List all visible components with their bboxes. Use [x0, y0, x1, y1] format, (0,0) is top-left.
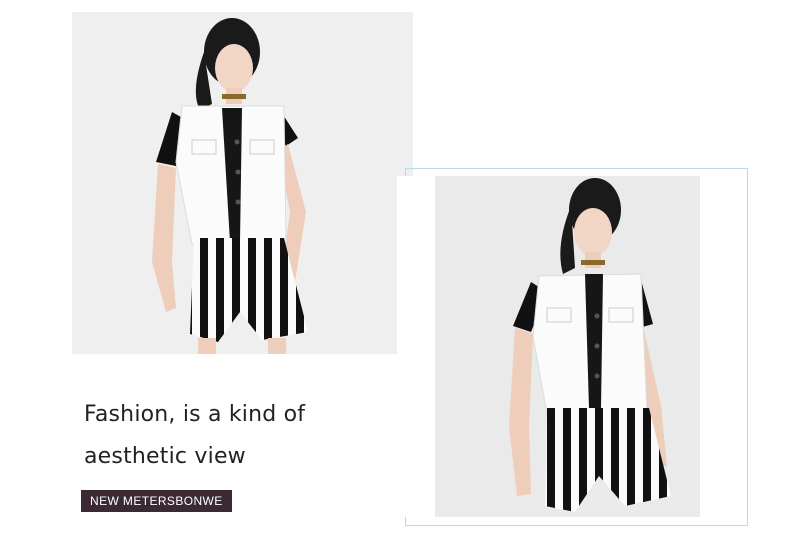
headline-line-2: aesthetic view	[84, 444, 246, 469]
model-photo-left	[72, 12, 413, 354]
headline-line-1: Fashion, is a kind of	[84, 402, 306, 427]
brand-tag: NEW METERSBONWE	[81, 490, 232, 512]
model-figure-left	[152, 18, 308, 354]
model-figure-right	[509, 178, 671, 512]
model-photo-right	[397, 176, 737, 517]
